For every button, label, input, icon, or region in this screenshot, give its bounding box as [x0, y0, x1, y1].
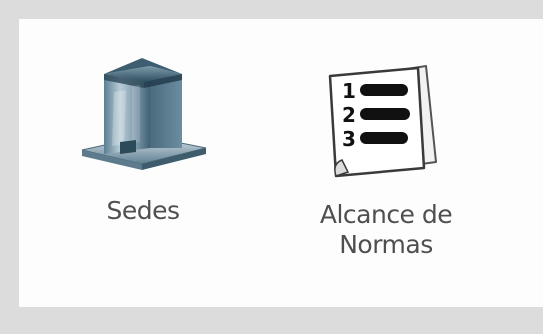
alcance-de-normas-label-line2: Normas: [339, 230, 433, 259]
svg-text:3: 3: [342, 127, 356, 151]
icon-panel: Sedes 1 2 3 Alcance de Normas: [19, 19, 543, 307]
building-icon: [81, 58, 207, 170]
alcance-de-normas-label-line1: Alcance de: [319, 200, 453, 229]
svg-text:1: 1: [342, 79, 356, 103]
alcance-de-normas-label: Alcance de Normas: [281, 200, 491, 260]
sedes-label: Sedes: [106, 196, 180, 225]
numbered-list-document-icon: 1 2 3: [328, 65, 437, 178]
svg-text:2: 2: [342, 103, 356, 127]
window-frame: Sedes 1 2 3 Alcance de Normas: [0, 0, 543, 334]
